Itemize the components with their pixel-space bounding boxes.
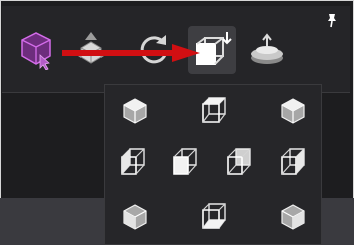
cube-back-icon — [227, 148, 251, 175]
cube-iso-bottom-right-icon — [281, 204, 305, 230]
cube-cursor-icon — [21, 32, 51, 70]
cube-iso-bottom-icon — [123, 204, 147, 230]
select-tool-button[interactable] — [18, 30, 58, 70]
pin-icon[interactable] — [324, 12, 340, 28]
iso-top-left-view-button[interactable] — [113, 89, 157, 133]
right-view-button[interactable] — [271, 140, 315, 184]
annotation-arrow — [62, 44, 200, 62]
left-view-button[interactable] — [111, 140, 155, 184]
cube-left-icon — [121, 148, 145, 175]
iso-bottom-right-view-button[interactable] — [271, 195, 315, 239]
cube-front-icon — [173, 148, 197, 175]
iso-top-right-view-button[interactable] — [271, 89, 315, 133]
front-top-view-button[interactable] — [192, 89, 236, 133]
lower-bar-left — [0, 198, 104, 245]
front-bottom-view-button[interactable] — [192, 195, 236, 239]
view-orientation-dropdown — [104, 84, 322, 245]
orbit-tool-button[interactable] — [247, 32, 287, 68]
iso-bottom-left-view-button[interactable] — [113, 195, 157, 239]
back-view-button[interactable] — [217, 140, 261, 184]
cube-iso-top-icon — [123, 98, 147, 124]
front-view-button[interactable] — [163, 140, 207, 184]
cube-right-icon — [281, 148, 305, 175]
cube-iso-top-right-icon — [281, 98, 305, 124]
cube-bottom-icon — [202, 203, 226, 229]
orbit-layers-icon — [251, 33, 283, 64]
lower-bar-right — [322, 198, 354, 245]
cube-top-icon — [202, 97, 226, 123]
